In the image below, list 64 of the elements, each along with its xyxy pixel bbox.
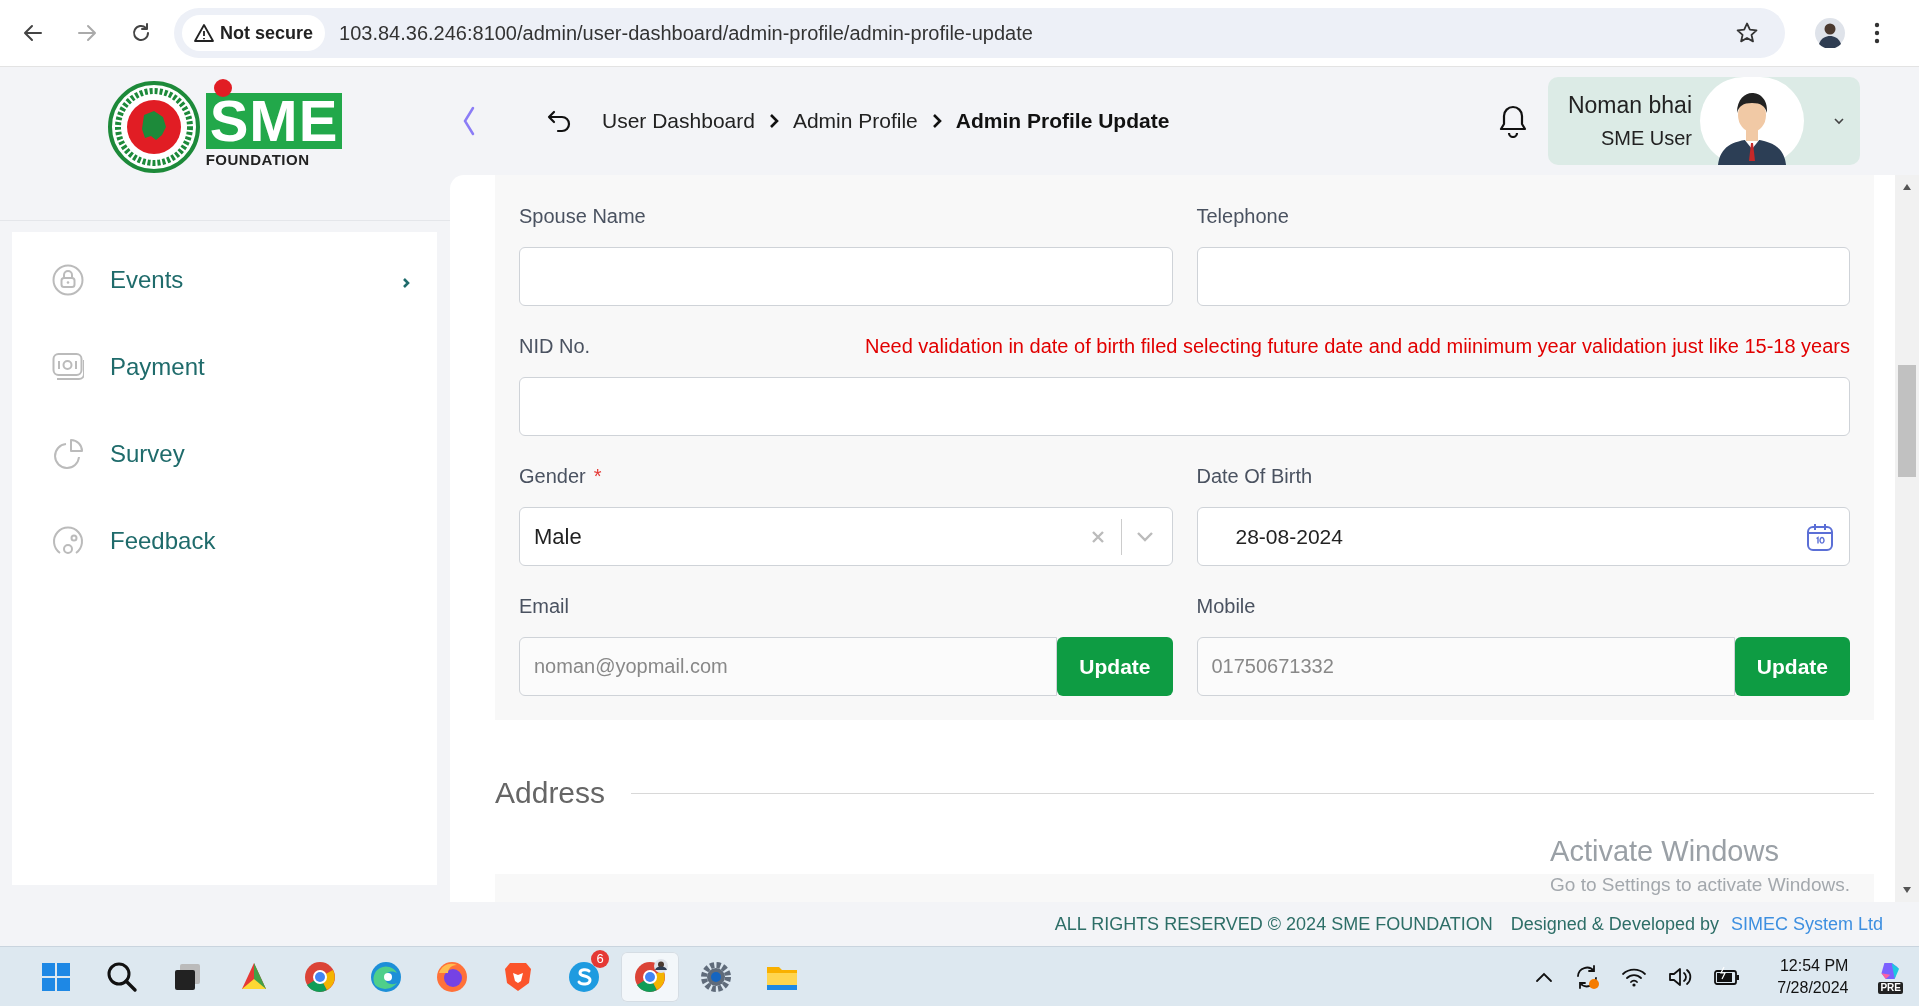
field-label: Date Of Birth [1196,465,1313,488]
menu-icon[interactable] [1873,22,1881,44]
field-label: Gender [519,465,586,488]
sidebar-item[interactable]: Survey [12,410,437,497]
chrome-icon [632,958,668,995]
activation-title: Activate Windows [1550,835,1780,868]
warning-icon [194,24,214,42]
battery-icon[interactable] [1713,965,1742,988]
date-field[interactable]: 28-08-2024 [1196,507,1850,566]
field-label: Spouse Name [519,205,646,228]
chevron-up-icon[interactable] [1535,970,1554,983]
input-field[interactable] [1196,247,1850,306]
logo-wordmark: SME [205,92,343,149]
collapse-icon[interactable] [462,106,476,136]
sidebar-item[interactable]: Events [12,236,437,323]
breadcrumb-link[interactable]: User Dashboard [602,109,755,133]
field-label: NID No. [519,335,591,358]
field-label: Telephone [1196,205,1289,228]
validation-note: Need validation in date of birth filed selecting future date and add miinimum year validation just like 15-18 years [865,335,1850,358]
scrollbar[interactable] [1895,175,1919,902]
circles-icon [52,524,84,557]
logo-dot [213,78,232,97]
copyright-text: ALL RIGHTS RESERVED © 2024 SME FOUNDATION [1054,913,1493,935]
lock-icon [52,263,84,296]
profile-avatar[interactable] [1815,18,1845,48]
back-icon[interactable] [22,22,44,44]
star-icon[interactable] [1735,21,1759,45]
section-title: Address [495,776,606,810]
caret-icon [1834,117,1844,125]
address-bar[interactable]: Not secure 103.84.36.246:8100/admin/user-dashboard/admin-profile/admin-profile-update [174,8,1785,58]
sidebar-item[interactable]: Payment [12,323,437,410]
pie-chart-icon [52,437,84,470]
preview-badge: PRE [1878,981,1903,994]
logo-subtitle: FOUNDATION [205,150,310,168]
user-name: Noman bhai [1567,92,1692,119]
chevron-right-icon [931,113,942,129]
chevron-right-icon [768,113,779,129]
user-role: SME User [1600,127,1692,150]
calendar-icon[interactable] [1805,521,1835,552]
url-text: 103.84.36.246:8100/admin/user-dashboard/admin-profile/admin-profile-update [339,21,1033,45]
volume-icon[interactable] [1667,965,1694,988]
scroll-down-icon[interactable] [1902,886,1912,894]
undo-icon[interactable] [546,109,572,133]
emblem-icon [107,81,200,173]
security-label: Not secure [220,22,314,44]
input-field[interactable] [519,377,1850,436]
security-chip[interactable]: Not secure [182,15,326,51]
credit-text: Designed & Developed by [1510,913,1719,935]
clock[interactable]: 12:54 PM 7/28/2024 [1777,954,1849,999]
sidebar-item[interactable]: Feedback [12,497,437,584]
reload-icon[interactable] [130,22,152,44]
required-mark: * [593,465,602,488]
user-menu[interactable]: Noman bhai SME User [1548,77,1860,165]
input-field[interactable] [519,247,1173,306]
activation-hint: Go to Settings to activate Windows. [1550,874,1850,896]
notification-badge: 6 [591,949,609,968]
taskbar-app[interactable]: 6 [555,951,613,1002]
bell-icon[interactable] [1498,104,1528,138]
field-label: Email [519,595,569,618]
scroll-thumb[interactable] [1898,365,1916,477]
cash-icon [52,350,84,383]
breadcrumb-link[interactable]: Admin Profile [792,109,918,133]
scroll-up-icon[interactable] [1902,183,1912,191]
field-label: Mobile [1196,595,1256,618]
